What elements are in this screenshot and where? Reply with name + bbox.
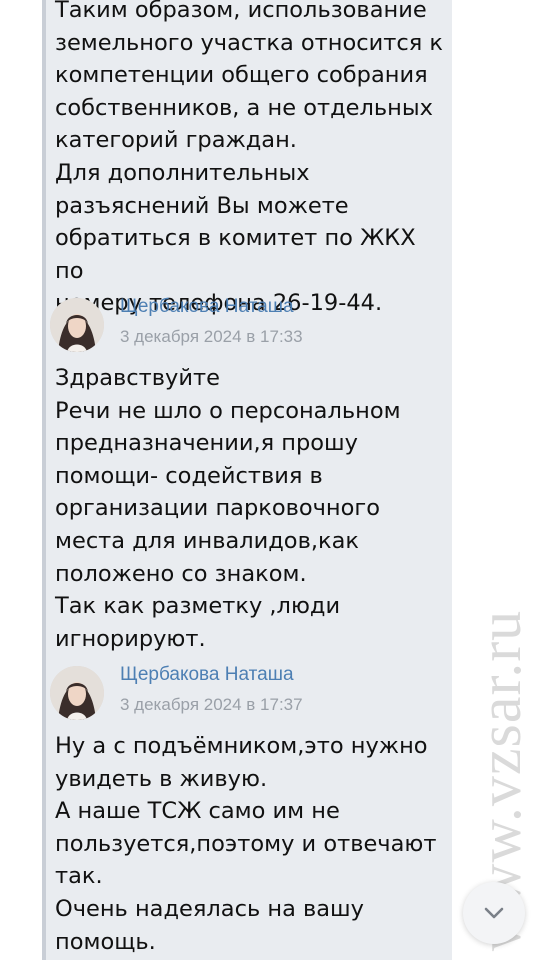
author-name[interactable]: Щербакова Наташа — [120, 296, 294, 318]
chevron-down-icon — [484, 907, 504, 919]
scroll-down-button[interactable] — [463, 882, 525, 944]
message-timestamp: 3 декабря 2024 в 17:37 — [120, 695, 303, 714]
author-name[interactable]: Щербакова Наташа — [120, 664, 294, 686]
quoted-message-text: Таким образом, использование земельного … — [55, 0, 443, 317]
message-timestamp: 3 декабря 2024 в 17:33 — [120, 327, 303, 346]
message-text: Ну а с подъёмником,это нужно увидеть в ж… — [55, 733, 437, 955]
avatar[interactable] — [50, 298, 104, 352]
message-text: Здравствуйте Речи не шло о персональном … — [55, 365, 401, 652]
avatar[interactable] — [50, 666, 104, 720]
quote-bar — [42, 0, 46, 960]
